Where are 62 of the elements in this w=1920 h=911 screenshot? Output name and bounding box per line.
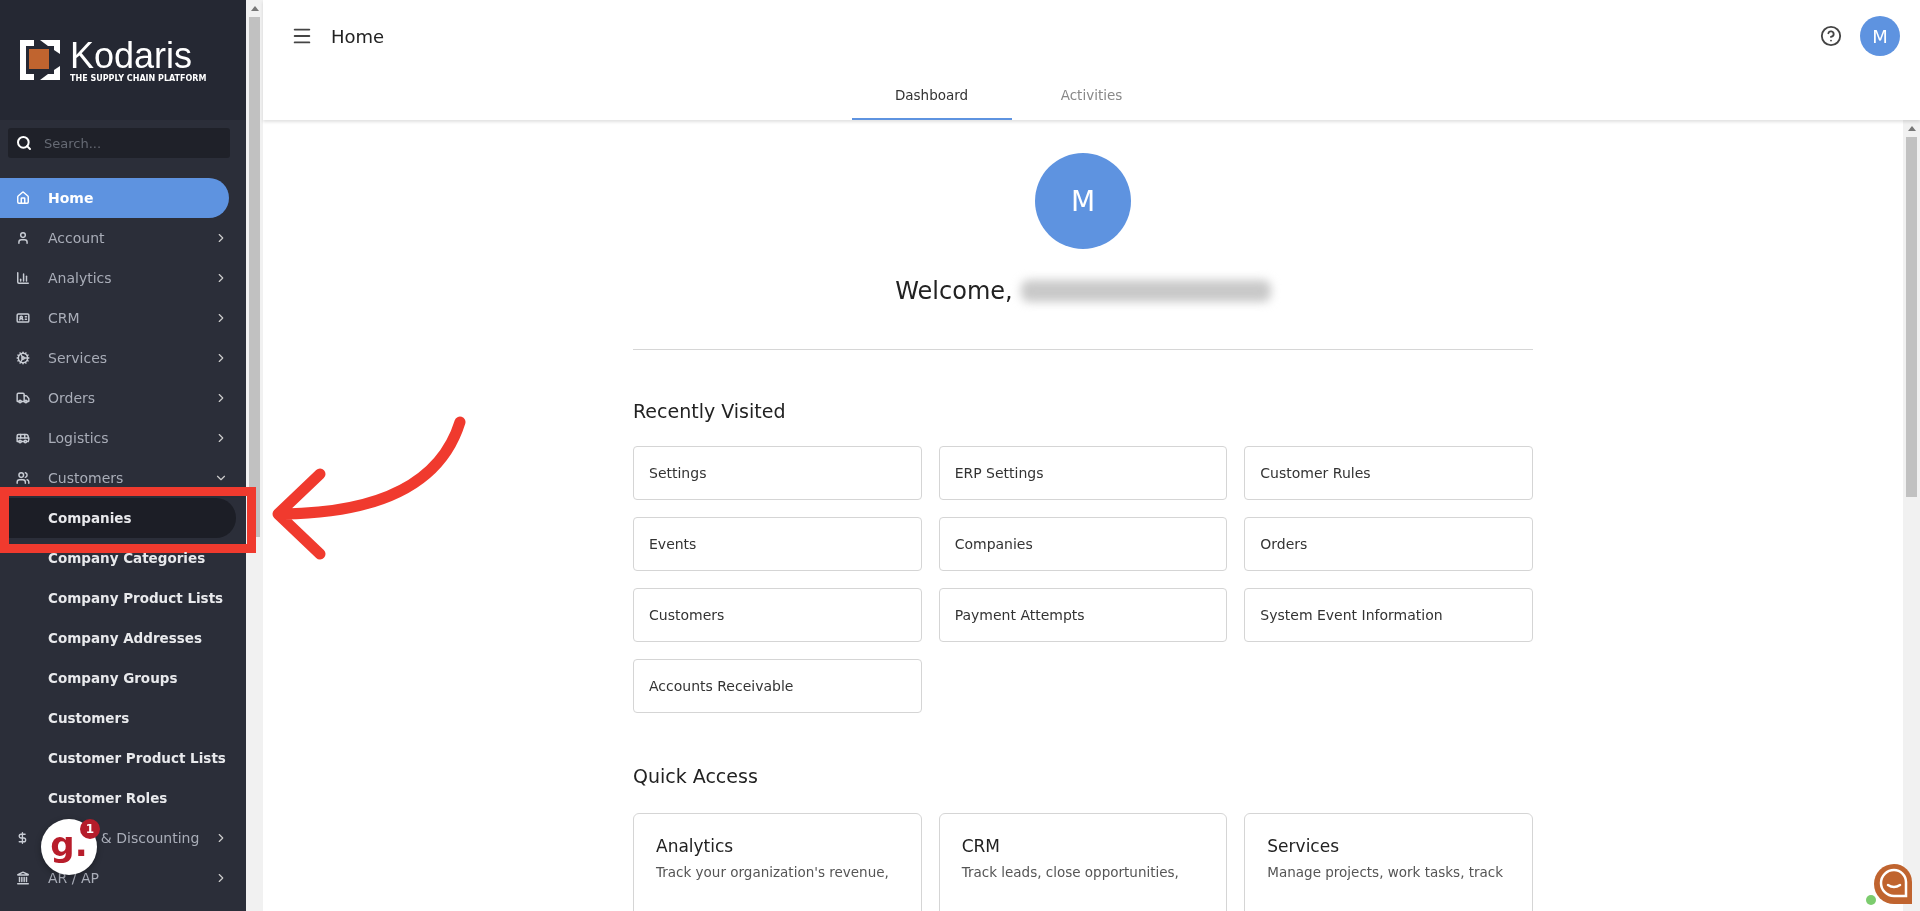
- nav-icon: [16, 391, 30, 405]
- nav-item[interactable]: Orders: [0, 378, 246, 418]
- nav-subitem[interactable]: Customers: [0, 698, 236, 738]
- page-title: Home: [331, 25, 386, 47]
- card-title: Analytics: [656, 836, 735, 856]
- welcome-text: Welcome,: [895, 277, 1013, 305]
- nav-subitem[interactable]: Customer Roles: [0, 778, 236, 818]
- logo-tagline: THE SUPPLY CHAIN PLATFORM: [70, 73, 207, 83]
- scroll-up-arrow-icon[interactable]: [250, 6, 259, 11]
- nav-subitem[interactable]: Company Addresses: [0, 618, 236, 658]
- tab[interactable]: Dashboard: [851, 72, 1012, 120]
- nav-item[interactable]: & Discounting: [100, 818, 246, 858]
- nav-item[interactable]: Logistics: [0, 418, 246, 458]
- search-field[interactable]: Search...: [8, 128, 230, 158]
- logo-name: Kodaris: [70, 37, 193, 74]
- quick-access-card[interactable]: Services Manage projects, work tasks, track: [1244, 813, 1533, 911]
- nav-icon: [16, 351, 30, 365]
- recent-link-card[interactable]: System Event Information: [1244, 588, 1533, 642]
- nav-subitem[interactable]: Company Groups: [0, 658, 236, 698]
- section-title: Recently Visited: [633, 400, 787, 422]
- nav-subitem[interactable]: Company Product Lists: [0, 578, 236, 618]
- card-title: Services: [1267, 836, 1340, 856]
- nav-icon: [16, 191, 30, 205]
- search-input[interactable]: Search...: [42, 134, 216, 152]
- nav-icon: [16, 231, 30, 245]
- search-icon: [16, 135, 32, 151]
- card-description: Track your organization's revenue,: [656, 864, 890, 880]
- nav-item[interactable]: Account: [0, 218, 246, 258]
- tab[interactable]: Activities: [1011, 72, 1172, 120]
- nav-icon: [16, 311, 30, 325]
- scroll-up-arrow-icon[interactable]: [1907, 126, 1916, 131]
- nav-icon: [16, 831, 29, 845]
- nav-icon: [16, 271, 30, 285]
- quick-access-card[interactable]: Analytics Track your organization's revenue,: [633, 813, 922, 911]
- recent-link-card[interactable]: Customer Rules: [1244, 446, 1533, 500]
- recent-link-card[interactable]: Events: [633, 517, 922, 571]
- nav-item[interactable]: Services: [0, 338, 246, 378]
- recent-link-card[interactable]: Customers: [633, 588, 922, 642]
- recent-link-card[interactable]: Payment Attempts: [938, 588, 1228, 642]
- nav-icon: [16, 431, 30, 445]
- logo-mark-icon: [18, 38, 62, 82]
- recent-link-card[interactable]: Companies: [938, 517, 1228, 571]
- user-avatar: M: [1035, 153, 1131, 249]
- card-title: CRM: [961, 836, 1001, 856]
- scrollbar[interactable]: [1903, 120, 1920, 911]
- recent-link-card[interactable]: Settings: [633, 446, 922, 500]
- nav-item[interactable]: Analytics: [0, 258, 246, 298]
- recent-link-card[interactable]: Orders: [1244, 517, 1533, 571]
- recent-link-card[interactable]: ERP Settings: [938, 446, 1228, 500]
- nav-subitem[interactable]: Company Categories: [0, 538, 236, 578]
- recent-link-card[interactable]: Accounts Receivable: [633, 659, 922, 713]
- card-description: Track leads, close opportunities,: [961, 864, 1180, 880]
- card-description: Manage projects, work tasks, track: [1267, 864, 1505, 880]
- quick-access-card[interactable]: CRM Track leads, close opportunities,: [938, 813, 1228, 911]
- nav-item[interactable]: CRM: [0, 298, 246, 338]
- scrollbar[interactable]: [246, 0, 263, 911]
- section-title: Quick Access: [633, 765, 759, 787]
- nav-icon: [16, 471, 30, 485]
- nav-icon: [16, 871, 30, 885]
- help-icon[interactable]: [1820, 25, 1842, 47]
- nav-item[interactable]: Customers: [0, 458, 246, 498]
- nav-subitem[interactable]: Customer Product Lists: [0, 738, 236, 778]
